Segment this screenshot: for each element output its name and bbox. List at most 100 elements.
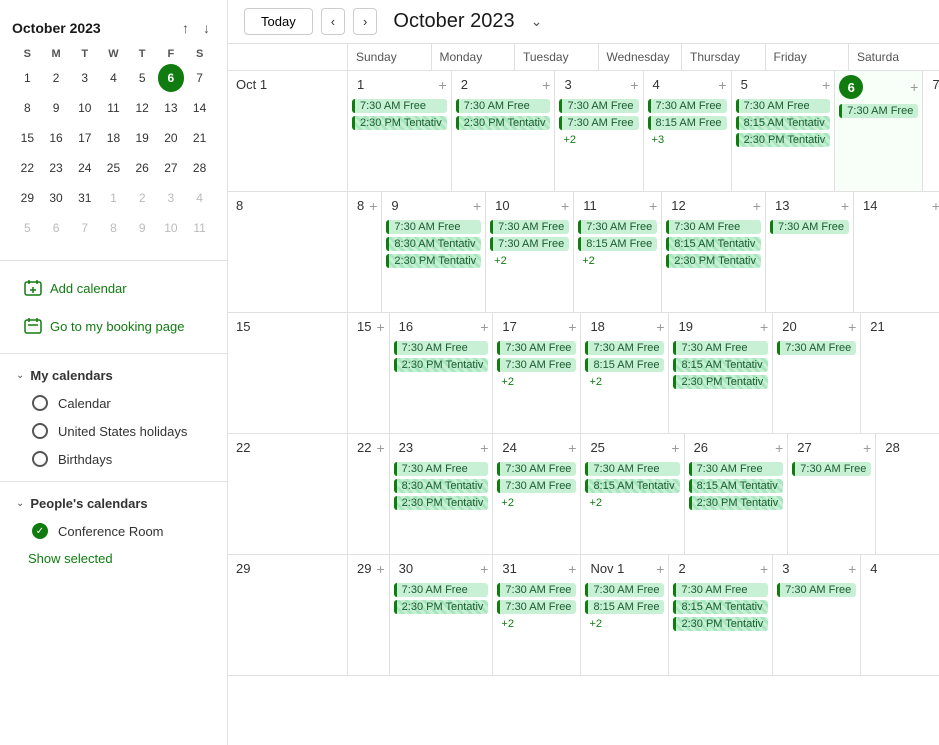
mini-cal-day[interactable]: 14	[186, 94, 213, 122]
today-button[interactable]: Today	[244, 8, 313, 35]
mini-cal-day[interactable]: 1	[14, 64, 41, 92]
event-block[interactable]: 7:30 AM Free	[578, 220, 657, 234]
mini-cal-day[interactable]: 4	[100, 64, 127, 92]
event-block[interactable]: 2:30 PM Tentativ	[394, 496, 489, 510]
mini-cal-day[interactable]: 3	[158, 184, 185, 212]
day-number[interactable]: 4	[865, 559, 882, 578]
mini-cal-day[interactable]: 26	[129, 154, 156, 182]
event-more[interactable]: +3	[648, 133, 727, 147]
event-block[interactable]: 7:30 AM Free	[386, 220, 481, 234]
day-number[interactable]: 23	[394, 438, 418, 457]
day-number[interactable]: 18	[585, 317, 609, 336]
event-block[interactable]: 7:30 AM Free	[394, 341, 489, 355]
event-block[interactable]: 7:30 AM Free	[585, 341, 664, 355]
mini-cal-day[interactable]: 19	[129, 124, 156, 152]
event-block[interactable]: 7:30 AM Free	[585, 462, 679, 476]
mini-cal-day[interactable]: 15	[14, 124, 41, 152]
event-block[interactable]: 8:15 AM Free	[585, 358, 664, 372]
add-event-btn[interactable]: +	[718, 77, 726, 93]
mini-cal-day[interactable]: 25	[100, 154, 127, 182]
mini-cal-day[interactable]: 22	[14, 154, 41, 182]
add-event-btn[interactable]: +	[480, 319, 488, 335]
add-event-btn[interactable]: +	[649, 198, 657, 214]
mini-cal-day[interactable]: 7	[186, 64, 213, 92]
add-calendar-action[interactable]: Add calendar	[8, 271, 219, 305]
add-event-btn[interactable]: +	[439, 77, 447, 93]
next-button[interactable]: ›	[353, 8, 377, 35]
day-number[interactable]: 12	[666, 196, 690, 215]
mini-cal-day[interactable]: 2	[43, 64, 70, 92]
day-number[interactable]: 2	[673, 559, 690, 578]
peoples-calendars-section[interactable]: ⌄ People's calendars	[0, 490, 227, 517]
day-number[interactable]: 7	[927, 75, 939, 94]
show-selected-link[interactable]: Show selected	[0, 545, 227, 572]
event-block[interactable]: 7:30 AM Free	[770, 220, 849, 234]
event-block[interactable]: 2:30 PM Tentativ	[736, 133, 831, 147]
event-block[interactable]: 7:30 AM Free	[792, 462, 871, 476]
add-event-btn[interactable]: +	[561, 198, 569, 214]
add-event-btn[interactable]: +	[480, 440, 488, 456]
mini-cal-day[interactable]: 29	[14, 184, 41, 212]
event-block[interactable]: 7:30 AM Free	[394, 462, 489, 476]
event-block[interactable]: 2:30 PM Tentativ	[386, 254, 481, 268]
event-block[interactable]: 7:30 AM Free	[585, 583, 664, 597]
mini-cal-day[interactable]: 13	[158, 94, 185, 122]
event-block[interactable]: 7:30 AM Free	[736, 99, 831, 113]
day-number[interactable]: 20	[777, 317, 801, 336]
add-event-btn[interactable]: +	[753, 198, 761, 214]
event-block[interactable]: 8:30 AM Tentativ	[394, 479, 489, 493]
mini-cal-day[interactable]: 31	[71, 184, 98, 212]
mini-cal-day[interactable]: 11	[186, 214, 213, 242]
add-event-btn[interactable]: +	[630, 77, 638, 93]
mini-cal-day[interactable]: 7	[71, 214, 98, 242]
event-more[interactable]: +2	[585, 496, 679, 510]
day-number[interactable]: 14	[858, 196, 882, 215]
add-event-btn[interactable]: +	[376, 561, 384, 577]
day-number[interactable]: 26	[689, 438, 713, 457]
mini-cal-day[interactable]: 10	[158, 214, 185, 242]
calendar-item-conference-room[interactable]: ✓ Conference Room	[4, 518, 223, 544]
event-block[interactable]: 7:30 AM Free	[777, 341, 856, 355]
prev-button[interactable]: ‹	[321, 8, 345, 35]
event-block[interactable]: 7:30 AM Free	[497, 462, 576, 476]
add-event-btn[interactable]: +	[568, 440, 576, 456]
event-block[interactable]: 8:15 AM Tentativ	[673, 358, 768, 372]
day-number[interactable]: 4	[648, 75, 665, 94]
mini-cal-day[interactable]: 6	[43, 214, 70, 242]
add-event-btn[interactable]: +	[848, 561, 856, 577]
mini-cal-day[interactable]: 10	[71, 94, 98, 122]
event-block[interactable]: 7:30 AM Free	[689, 462, 784, 476]
day-number[interactable]: 9	[386, 196, 403, 215]
day-number[interactable]: Nov 1	[585, 559, 629, 578]
event-block[interactable]: 2:30 PM Tentativ	[673, 375, 768, 389]
day-number[interactable]: 5	[736, 75, 753, 94]
add-event-btn[interactable]: +	[542, 77, 550, 93]
event-more[interactable]: +2	[585, 617, 664, 631]
add-event-btn[interactable]: +	[848, 319, 856, 335]
event-more[interactable]: +2	[578, 254, 657, 268]
event-block[interactable]: 7:30 AM Free	[497, 600, 576, 614]
add-event-btn[interactable]: +	[473, 198, 481, 214]
toolbar-chevron-down-icon[interactable]: ⌄	[531, 13, 543, 30]
day-number[interactable]: 2	[456, 75, 473, 94]
event-block[interactable]: 8:15 AM Tentativ	[585, 479, 679, 493]
mini-cal-day[interactable]: 18	[100, 124, 127, 152]
day-number[interactable]: 1	[352, 75, 369, 94]
day-number[interactable]: 28	[880, 438, 904, 457]
add-event-btn[interactable]: +	[910, 79, 918, 95]
event-block[interactable]: 7:30 AM Free	[497, 583, 576, 597]
add-event-btn[interactable]: +	[841, 198, 849, 214]
day-number[interactable]: 27	[792, 438, 816, 457]
event-block[interactable]: 7:30 AM Free	[490, 220, 569, 234]
day-number[interactable]: 24	[497, 438, 521, 457]
add-event-btn[interactable]: +	[656, 319, 664, 335]
add-event-btn[interactable]: +	[480, 561, 488, 577]
day-number[interactable]: 3	[559, 75, 576, 94]
mini-cal-prev-btn[interactable]: ↑	[177, 18, 194, 38]
mini-cal-day[interactable]: 5	[129, 64, 156, 92]
day-number[interactable]: 31	[497, 559, 521, 578]
add-event-btn[interactable]: +	[775, 440, 783, 456]
day-number[interactable]: 15	[352, 317, 376, 336]
add-event-btn[interactable]: +	[863, 440, 871, 456]
mini-cal-day[interactable]: 30	[43, 184, 70, 212]
